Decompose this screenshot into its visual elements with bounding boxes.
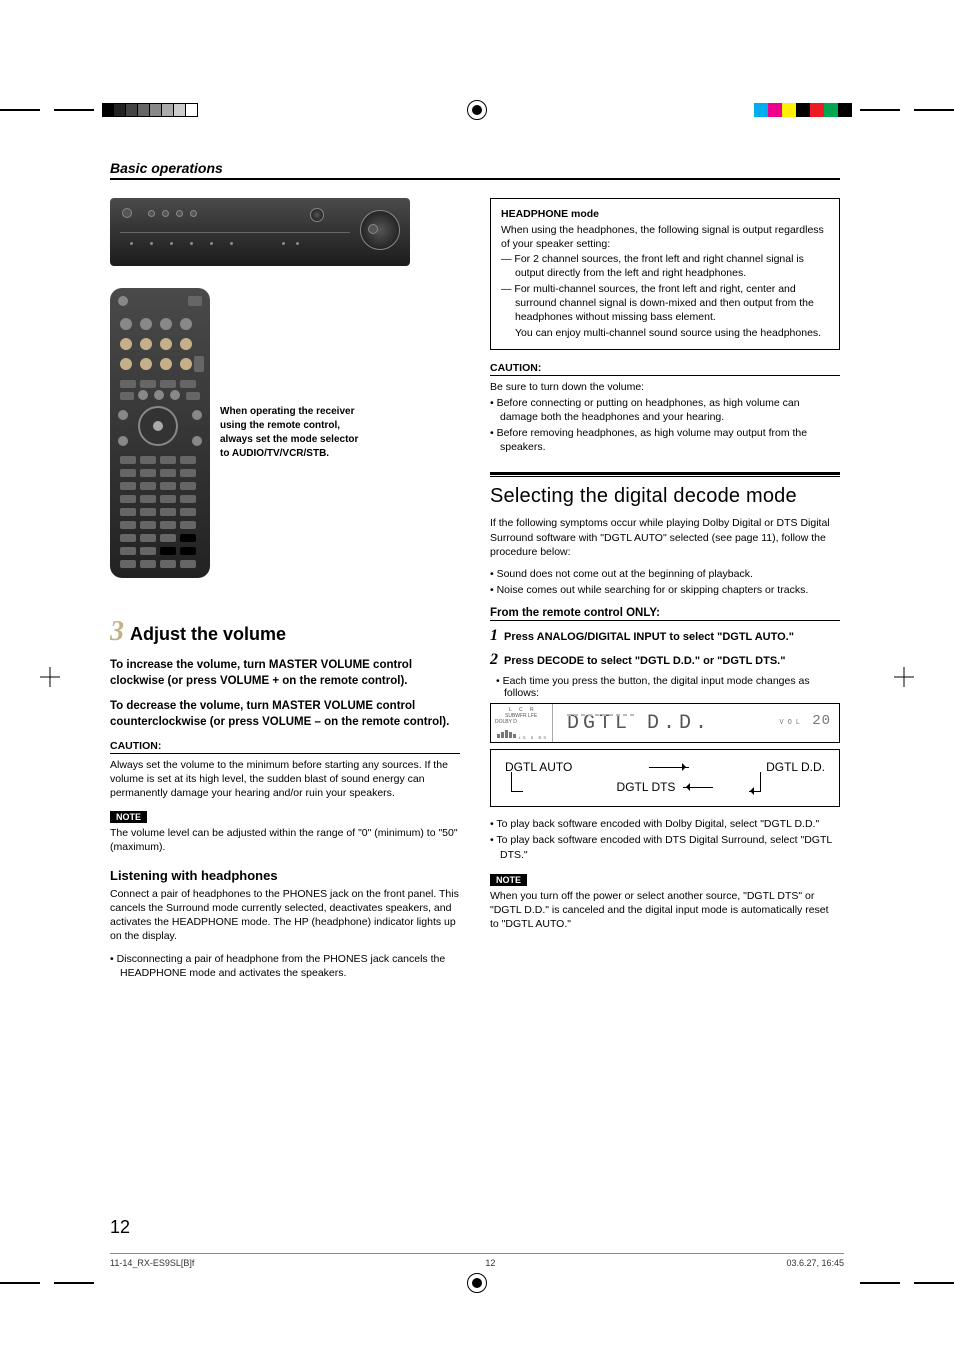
breadcrumb: Basic operations — [110, 160, 840, 176]
registration-row-top — [0, 70, 954, 150]
from-remote-heading: From the remote control ONLY: — [490, 607, 840, 621]
note-badge: NOTE — [110, 811, 147, 823]
step-3-heading: 3 Adjust the volume — [110, 618, 460, 646]
arrow-right-icon — [649, 762, 689, 772]
page-number: 12 — [110, 1217, 130, 1238]
receiver-illustration — [110, 198, 410, 266]
decode-b2: • Noise comes out while searching for or… — [490, 583, 840, 597]
section-divider — [490, 472, 840, 475]
divider — [110, 178, 840, 180]
right-caution-intro: Be sure to turn down the volume: — [490, 380, 840, 394]
registration-row-bottom — [0, 1243, 954, 1323]
headphones-paragraph: Connect a pair of headphones to the PHON… — [110, 887, 460, 944]
remote-illustration — [110, 288, 210, 578]
color-swatches — [754, 103, 852, 117]
step-title: Adjust the volume — [130, 624, 286, 645]
lcd-main-text: DGTL D.D. VOL 20 — [553, 712, 839, 735]
mono-swatches — [102, 103, 198, 117]
caution-text: Always set the volume to the minimum bef… — [110, 758, 460, 801]
registration-cross-icon — [894, 667, 914, 687]
box-intro: When using the headphones, the following… — [501, 223, 829, 251]
decode-section-title: Selecting the digital decode mode — [490, 485, 840, 508]
decode-note-badge: NOTE — [490, 874, 527, 886]
headphones-heading: Listening with headphones — [110, 868, 460, 883]
decode-step-2: 2 Press DECODE to select "DGTL D.D." or … — [490, 651, 840, 669]
decode-substep: • Each time you press the button, the di… — [490, 675, 840, 699]
decode-b4: • To play back software encoded with DTS… — [490, 833, 840, 861]
decode-b1: • Sound does not come out at the beginni… — [490, 567, 840, 581]
step-text-2: Press DECODE to select "DGTL D.D." or "D… — [504, 654, 785, 668]
decode-step-1: 1 Press ANALOG/DIGITAL INPUT to select "… — [490, 627, 840, 645]
right-caution-b1: • Before connecting or putting on headph… — [490, 396, 840, 424]
decode-b3: • To play back software encoded with Dol… — [490, 817, 840, 831]
arrow-left-icon — [683, 782, 713, 792]
step-number-2: 2 — [490, 651, 498, 669]
mode-cycle-diagram: DGTL AUTO DGTL D.D. DGTL DTS — [490, 749, 840, 807]
note-text: The volume level can be adjusted within … — [110, 826, 460, 854]
remote-mode-note: When operating the receiver using the re… — [220, 405, 370, 461]
step-number-1: 1 — [490, 627, 498, 645]
box-dash-2b: You can enjoy multi-channel sound source… — [501, 326, 829, 340]
decode-note-text: When you turn off the power or select an… — [490, 889, 840, 932]
cycle-dd: DGTL D.D. — [766, 760, 825, 774]
registration-cross-icon — [40, 667, 60, 687]
volume-decrease-instruction: To decrease the volume, turn MASTER VOLU… — [110, 699, 460, 730]
box-dash-1: — For 2 channel sources, the front left … — [501, 252, 829, 280]
headphones-bullet: • Disconnecting a pair of headphone from… — [110, 952, 460, 980]
registration-target-icon — [467, 1273, 487, 1293]
step-number: 3 — [110, 618, 124, 646]
section-divider-thin — [490, 476, 840, 477]
right-caution-label: CAUTION: — [490, 362, 840, 376]
lcd-display: L C R SUBWFR LFE DOLBY D LS S RS DGTL D — [490, 703, 840, 743]
decode-intro: If the following symptoms occur while pl… — [490, 516, 840, 559]
box-dash-2: — For multi-channel sources, the front l… — [501, 282, 829, 325]
lcd-indicator-block: L C R SUBWFR LFE DOLBY D LS S RS — [491, 704, 553, 742]
headphone-mode-box: HEADPHONE mode When using the headphones… — [490, 198, 840, 350]
box-heading: HEADPHONE mode — [501, 207, 829, 221]
volume-increase-instruction: To increase the volume, turn MASTER VOLU… — [110, 658, 460, 689]
right-caution-b2: • Before removing headphones, as high vo… — [490, 426, 840, 454]
registration-target-icon — [467, 100, 487, 120]
cycle-dts: DGTL DTS — [617, 780, 676, 794]
step-text-1: Press ANALOG/DIGITAL INPUT to select "DG… — [504, 630, 794, 644]
caution-label: CAUTION: — [110, 740, 460, 754]
page-content: Basic operations — [110, 160, 840, 982]
